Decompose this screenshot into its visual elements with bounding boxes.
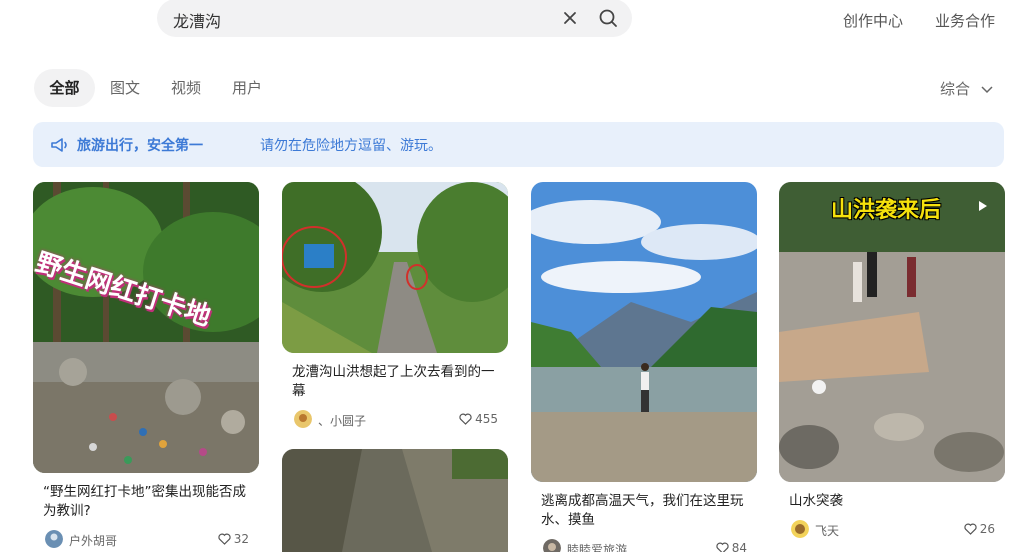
card-image[interactable] <box>282 182 508 353</box>
like-button[interactable]: 455 <box>459 412 498 426</box>
card-title[interactable]: 山水突袭 <box>779 492 1005 511</box>
notice-title: 旅游出行，安全第一 <box>77 138 203 154</box>
card-overlay-text: 山洪袭来后 <box>831 198 942 223</box>
author-name[interactable]: 、小圆子 <box>318 412 366 429</box>
river-valley-image <box>531 182 757 482</box>
card-image[interactable]: 山洪袭来后 <box>779 182 1005 482</box>
mountain-road-image <box>282 182 508 353</box>
heart-icon <box>964 523 977 535</box>
flood-scene-image <box>779 182 1005 482</box>
search-input[interactable]: 龙漕沟 <box>173 8 221 32</box>
video-play-icon <box>979 201 987 211</box>
note-card[interactable]: 龙漕沟山洪想起了上次去看到的一幕 、小圆子 455 <box>282 182 508 431</box>
like-count: 26 <box>979 522 995 536</box>
card-meta: 户外胡哥 32 <box>33 529 259 551</box>
card-meta: 、小圆子 455 <box>282 409 508 431</box>
card-image[interactable]: 野生网红打卡地 <box>33 182 259 473</box>
author-name[interactable]: 户外胡哥 <box>69 532 117 549</box>
tab-image-text[interactable]: 图文 <box>110 69 140 107</box>
like-count: 32 <box>233 532 249 546</box>
close-icon[interactable] <box>559 7 581 29</box>
avatar[interactable] <box>543 539 561 552</box>
megaphone-icon <box>51 138 67 152</box>
card-title[interactable]: “野生网红打卡地”密集出现能否成为教训? <box>33 483 259 521</box>
like-button[interactable]: 84 <box>716 541 747 552</box>
note-card[interactable] <box>282 449 508 552</box>
tab-video[interactable]: 视频 <box>171 69 201 107</box>
note-card[interactable]: 山洪袭来后 山水突袭 飞天 26 <box>779 182 1005 541</box>
author-name[interactable]: 飞天 <box>815 522 839 539</box>
card-image[interactable] <box>282 449 508 552</box>
tab-all[interactable]: 全部 <box>34 69 95 107</box>
card-title[interactable]: 逃离成都高温天气，我们在这里玩水、摸鱼 <box>531 492 757 530</box>
forest-river-image <box>33 182 259 473</box>
heart-icon <box>459 413 472 425</box>
avatar[interactable] <box>45 530 63 548</box>
like-button[interactable]: 32 <box>218 532 249 546</box>
tab-users[interactable]: 用户 <box>232 69 262 107</box>
chevron-down-icon <box>981 85 993 93</box>
card-meta: 飞天 26 <box>779 519 1005 541</box>
safety-notice: 旅游出行，安全第一 请勿在危险地方逗留、游玩。 <box>33 122 1004 167</box>
like-button[interactable]: 26 <box>964 522 995 536</box>
search-bar[interactable]: 龙漕沟 <box>157 0 632 37</box>
notice-text: 请勿在危险地方逗留、游玩。 <box>260 138 442 154</box>
avatar[interactable] <box>294 410 312 428</box>
avatar[interactable] <box>791 520 809 538</box>
create-center-link[interactable]: 创作中心 <box>843 10 903 31</box>
search-icon[interactable] <box>597 7 619 29</box>
business-link[interactable]: 业务合作 <box>935 10 995 31</box>
note-card[interactable]: 逃离成都高温天气，我们在这里玩水、摸鱼 睦睦爱旅游 84 <box>531 182 757 552</box>
sort-dropdown[interactable]: 综合 <box>940 78 993 99</box>
rock-cliff-image <box>282 449 508 552</box>
author-name[interactable]: 睦睦爱旅游 <box>567 541 627 552</box>
like-count: 455 <box>475 412 498 426</box>
like-count: 84 <box>731 541 747 552</box>
heart-icon <box>218 533 231 545</box>
sort-label: 综合 <box>940 80 971 98</box>
card-title[interactable]: 龙漕沟山洪想起了上次去看到的一幕 <box>282 363 508 401</box>
heart-icon <box>716 542 729 552</box>
card-meta: 睦睦爱旅游 84 <box>531 538 757 552</box>
note-card[interactable]: 野生网红打卡地 “野生网红打卡地”密集出现能否成为教训? 户外胡哥 32 <box>33 182 259 551</box>
card-image[interactable] <box>531 182 757 482</box>
